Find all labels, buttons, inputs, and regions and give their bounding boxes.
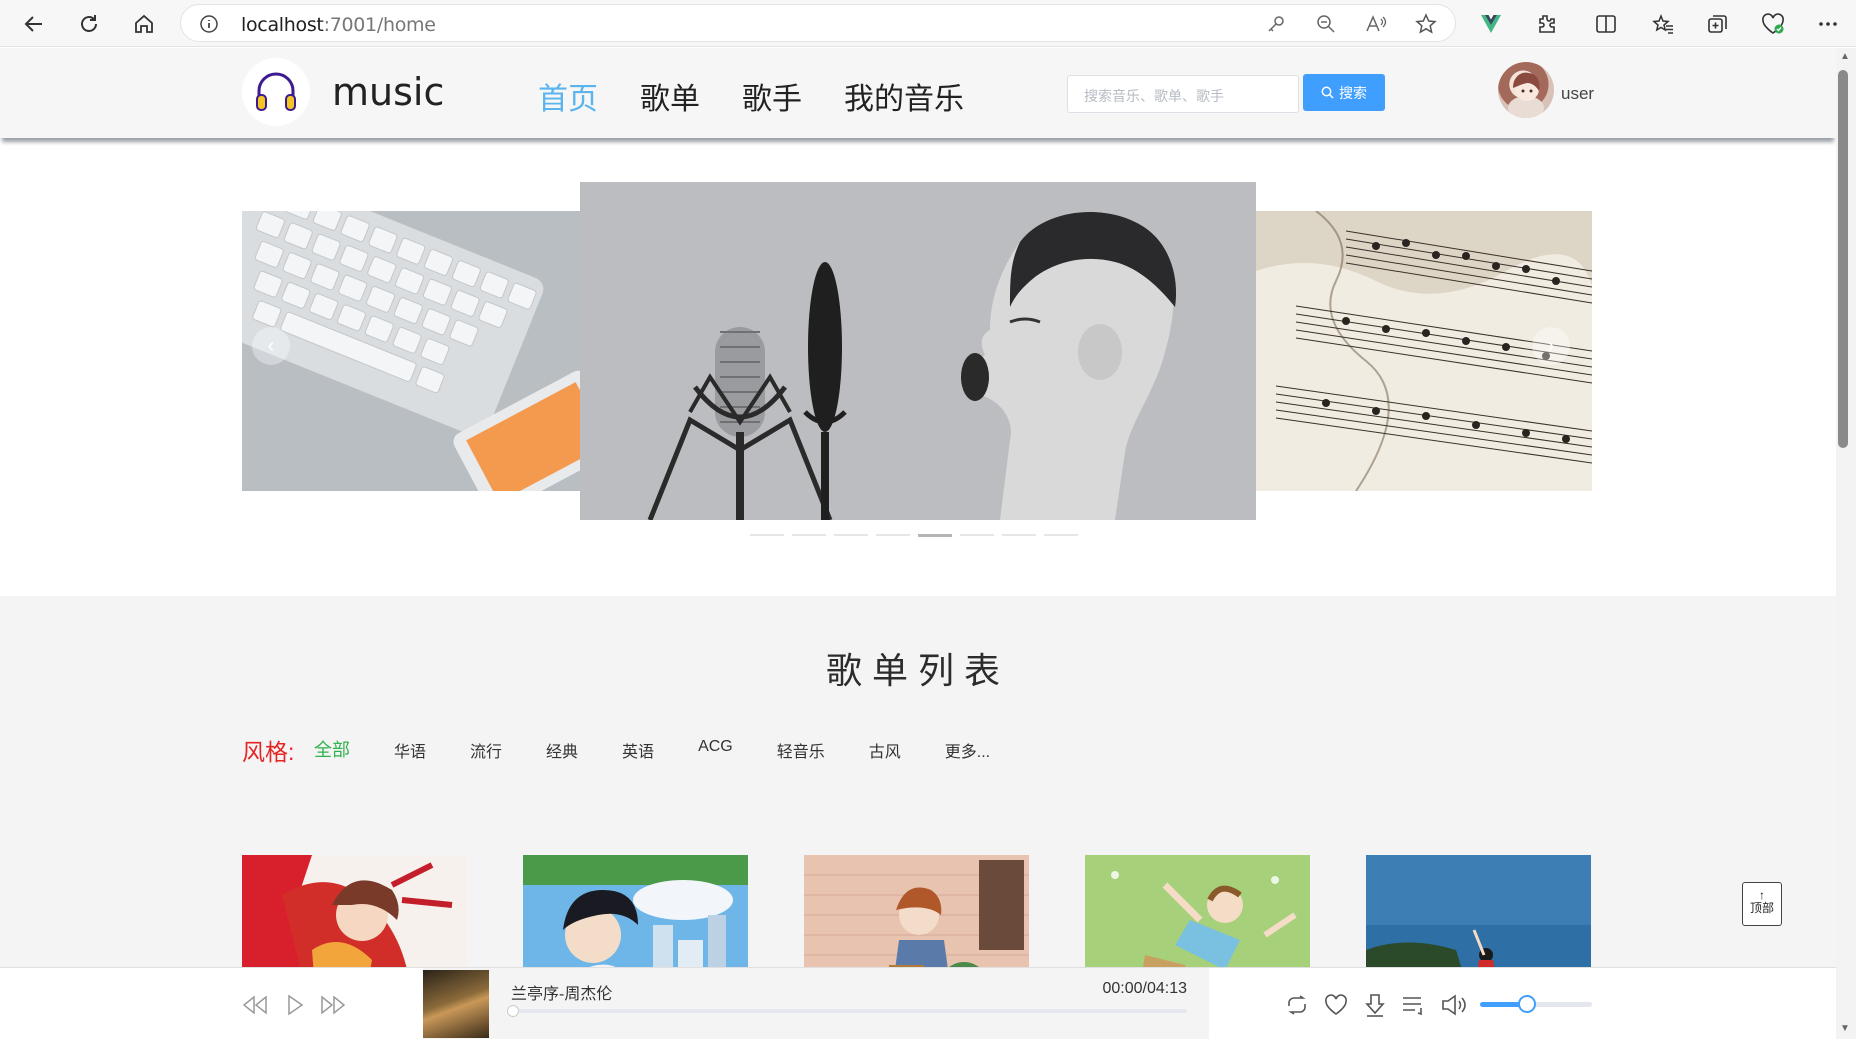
search-button[interactable]: 搜索 (1303, 74, 1385, 111)
previous-track-icon[interactable] (238, 988, 272, 1022)
music-player-bar: 兰亭序-周杰伦 00:00/04:13 (0, 967, 1836, 1039)
style-filter-english[interactable]: 英语 (622, 738, 654, 762)
user-name[interactable]: user (1561, 84, 1594, 104)
search-input[interactable]: 搜索音乐、歌单、歌手 (1067, 75, 1299, 113)
carousel-indicator[interactable] (834, 534, 868, 536)
home-icon[interactable] (128, 8, 160, 40)
address-bar[interactable]: localhost:7001/home (180, 4, 1456, 42)
style-filter-classic[interactable]: 经典 (546, 738, 578, 762)
banner-carousel[interactable]: ‹ › (242, 182, 1592, 602)
style-filter-light-music[interactable]: 轻音乐 (777, 738, 825, 762)
play-icon[interactable] (278, 988, 312, 1022)
progress-handle[interactable] (507, 1005, 519, 1017)
carousel-indicator[interactable] (960, 534, 994, 536)
nav-home[interactable]: 首页 (538, 74, 598, 118)
scroll-down-icon[interactable]: ▼ (1838, 1022, 1852, 1036)
song-time: 00:00/04:13 (1102, 980, 1187, 997)
split-screen-icon[interactable] (1590, 8, 1622, 40)
now-playing-panel: 兰亭序-周杰伦 00:00/04:13 (423, 968, 1209, 1039)
site-header: music 首页 歌单 歌手 我的音乐 搜索音乐、歌单、歌手 搜索 user (0, 48, 1836, 138)
carousel-indicator[interactable] (876, 534, 910, 536)
album-cover[interactable] (423, 970, 489, 1038)
style-label: 风格: (242, 739, 295, 765)
loop-icon[interactable] (1280, 988, 1314, 1022)
favorites-icon[interactable] (1647, 8, 1679, 40)
slide-keyboard[interactable] (242, 211, 580, 491)
url-host: localhost (241, 14, 324, 36)
url-path: :7001/home (323, 14, 436, 36)
carousel-next-button[interactable]: › (1532, 327, 1570, 365)
search-button-label: 搜索 (1339, 84, 1367, 101)
key-icon[interactable] (1263, 11, 1289, 37)
logo[interactable] (242, 58, 310, 126)
info-icon[interactable] (199, 14, 219, 39)
more-menu-icon[interactable] (1812, 8, 1844, 40)
avatar[interactable] (1498, 62, 1554, 118)
scroll-up-icon[interactable]: ▲ (1838, 50, 1852, 64)
next-track-icon[interactable] (316, 988, 350, 1022)
carousel-indicator-active[interactable] (918, 534, 952, 537)
logo-text[interactable]: music (332, 70, 444, 114)
page-viewport: music 首页 歌单 歌手 我的音乐 搜索音乐、歌单、歌手 搜索 user ‹… (0, 48, 1836, 1039)
volume-icon[interactable] (1437, 988, 1471, 1022)
song-title: 兰亭序-周杰伦 (511, 986, 613, 1003)
carousel-indicator[interactable] (1002, 534, 1036, 536)
refresh-icon[interactable] (73, 8, 105, 40)
main-nav: 首页 歌单 歌手 我的音乐 (538, 74, 964, 118)
collections-icon[interactable] (1702, 8, 1734, 40)
slide-singer[interactable] (580, 182, 1256, 520)
style-filter-all[interactable]: 全部 (314, 736, 350, 762)
style-filter-ancient[interactable]: 古风 (869, 738, 901, 762)
browser-essentials-icon[interactable] (1757, 8, 1789, 40)
favorite-star-icon[interactable] (1413, 11, 1439, 37)
section-title: 歌单列表 (825, 651, 1010, 692)
download-icon[interactable] (1358, 988, 1392, 1022)
style-filter-acg[interactable]: ACG (698, 738, 733, 762)
style-filter-more[interactable]: 更多... (945, 738, 990, 762)
carousel-prev-button[interactable]: ‹ (252, 327, 290, 365)
zoom-icon[interactable] (1313, 11, 1339, 37)
back-icon[interactable] (18, 8, 50, 40)
volume-slider[interactable] (1480, 995, 1592, 1013)
scroll-thumb[interactable] (1838, 70, 1848, 448)
carousel-indicator[interactable] (792, 534, 826, 536)
headphones-icon (256, 72, 296, 111)
browser-toolbar: localhost:7001/home (0, 0, 1856, 47)
carousel-indicator[interactable] (1044, 534, 1078, 536)
nav-my-music[interactable]: 我的音乐 (844, 74, 964, 118)
style-filter-list: 全部 华语 流行 经典 英语 ACG 轻音乐 古风 更多... (314, 738, 1034, 762)
back-to-top-label: 顶部 (1749, 901, 1774, 915)
carousel-indicator[interactable] (750, 534, 784, 536)
back-to-top-button[interactable]: ↑ 顶部 (1742, 882, 1782, 926)
playlist-icon[interactable] (1397, 988, 1431, 1022)
extensions-icon[interactable] (1530, 8, 1562, 40)
progress-bar[interactable] (507, 1005, 1187, 1017)
style-filter-pop[interactable]: 流行 (470, 738, 502, 762)
carousel-indicators (750, 534, 1078, 537)
search-icon (1321, 86, 1334, 99)
url-text[interactable]: localhost:7001/home (241, 14, 436, 36)
style-filter-chinese[interactable]: 华语 (394, 738, 426, 762)
read-aloud-icon[interactable] (1363, 11, 1389, 37)
volume-handle[interactable] (1518, 995, 1537, 1013)
nav-singers[interactable]: 歌手 (742, 74, 802, 118)
vue-devtools-icon[interactable] (1475, 8, 1507, 40)
heart-icon[interactable] (1319, 988, 1353, 1022)
nav-playlists[interactable]: 歌单 (640, 74, 700, 118)
